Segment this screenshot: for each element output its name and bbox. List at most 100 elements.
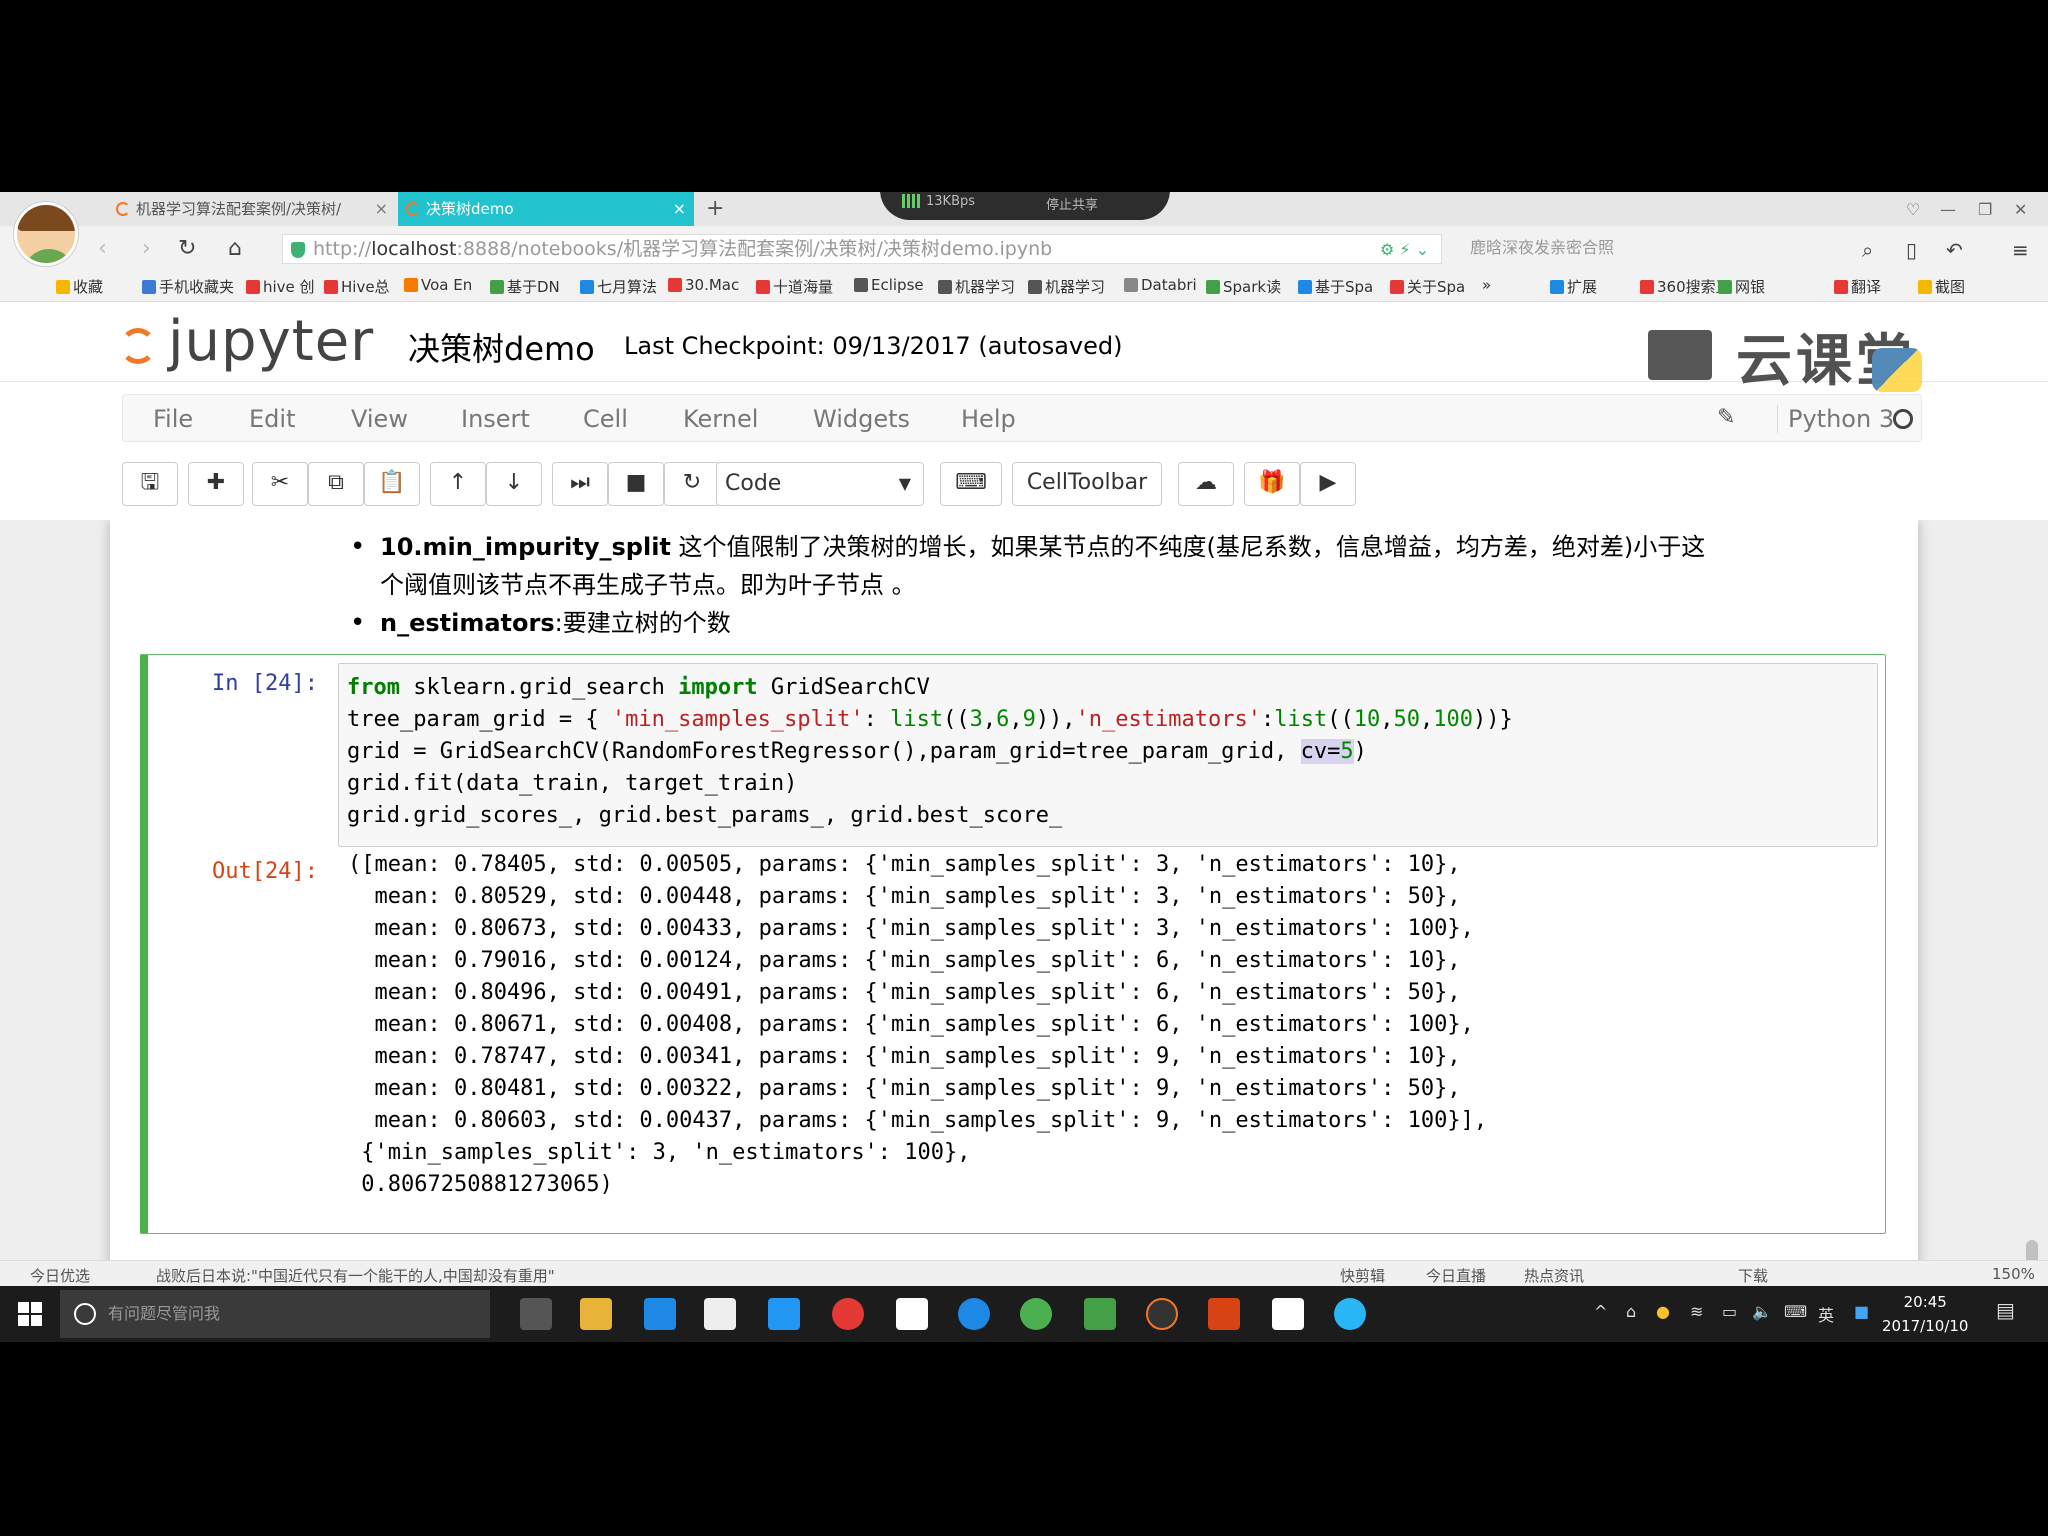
notification-center-icon[interactable]: ▤: [1996, 1298, 2015, 1322]
bookmark-item[interactable]: »: [1482, 276, 1491, 294]
menu-widgets[interactable]: Widgets: [813, 405, 910, 433]
new-tab-button[interactable]: +: [706, 192, 724, 226]
present-button[interactable]: 🎁: [1244, 462, 1300, 506]
wifi-icon[interactable]: ≋: [1690, 1302, 1703, 1321]
stop-share-button[interactable]: 停止共享: [1046, 194, 1098, 213]
qq-browser-icon[interactable]: [768, 1298, 800, 1330]
bookmark-item[interactable]: Eclipse: [854, 276, 924, 294]
run-cell-button[interactable]: ⏭: [552, 462, 608, 506]
restart-kernel-button[interactable]: ↻: [664, 462, 720, 506]
menu-file[interactable]: File: [153, 405, 193, 433]
bookmark-item[interactable]: 截图: [1918, 276, 1965, 297]
copy-button[interactable]: ⧉: [308, 462, 364, 506]
bookmark-item[interactable]: Hive总: [324, 276, 390, 297]
skin-icon[interactable]: ♡: [1906, 200, 1920, 219]
keyboard-tray-icon[interactable]: ⌨: [1784, 1302, 1807, 1321]
lightning-icon[interactable]: ⚙ ⚡ ⌄: [1380, 240, 1429, 259]
task-view-icon[interactable]: [520, 1298, 552, 1330]
bookmark-item[interactable]: 翻译: [1834, 276, 1881, 297]
status-download[interactable]: 下载: [1738, 1265, 1768, 1286]
browser-tab-folder[interactable]: 机器学习算法配套案例/决策树/ ×: [108, 192, 396, 226]
close-tab-icon[interactable]: ×: [375, 192, 388, 226]
sogou-icon[interactable]: [958, 1298, 990, 1330]
bookmark-item[interactable]: 基于DN: [490, 276, 560, 297]
search-icon[interactable]: ⌕: [1862, 238, 1873, 262]
edge-icon[interactable]: [644, 1298, 676, 1330]
bookmark-item[interactable]: Voa En: [404, 276, 472, 294]
browser-tab-notebook[interactable]: 决策树demo ×: [398, 192, 694, 226]
bookmark-item[interactable]: 机器学习: [1028, 276, 1105, 297]
home-icon[interactable]: ⌂: [228, 236, 242, 261]
interrupt-kernel-button[interactable]: ■: [608, 462, 664, 506]
status-quick-edit[interactable]: 快剪辑: [1340, 1265, 1385, 1286]
mail-icon[interactable]: [896, 1298, 928, 1330]
status-today-picks[interactable]: 今日优选: [30, 1265, 90, 1286]
slideshow-button[interactable]: ▶: [1300, 462, 1356, 506]
powerpoint-icon[interactable]: [1208, 1298, 1240, 1330]
user-avatar[interactable]: [14, 202, 78, 266]
tray-network-icon[interactable]: ⌂: [1626, 1302, 1636, 1321]
chrome-icon[interactable]: [832, 1298, 864, 1330]
battery-icon[interactable]: ▭: [1722, 1302, 1737, 1321]
close-tab-icon[interactable]: ×: [673, 192, 686, 226]
undo-icon[interactable]: ↶: [1946, 238, 1963, 262]
paste-button[interactable]: 📋: [364, 462, 420, 506]
windows-start-icon[interactable]: [18, 1302, 42, 1326]
cortana-search[interactable]: 有问题尽管问我: [60, 1290, 490, 1338]
menu-view[interactable]: View: [351, 405, 408, 433]
move-down-button[interactable]: ↓: [486, 462, 542, 506]
bookmark-item[interactable]: hive 创: [246, 276, 315, 297]
bookmark-item[interactable]: 手机收藏夹: [142, 276, 234, 297]
celltoolbar-button[interactable]: CellToolbar: [1012, 462, 1162, 506]
file-explorer-icon[interactable]: [580, 1298, 612, 1330]
menu-help[interactable]: Help: [961, 405, 1016, 433]
status-live[interactable]: 今日直播: [1426, 1265, 1486, 1286]
bookmark-item[interactable]: 30.Mac: [668, 276, 739, 294]
menu-kernel[interactable]: Kernel: [683, 405, 758, 433]
bookmark-icon[interactable]: ▯: [1906, 238, 1917, 262]
command-palette-button[interactable]: ⌨: [940, 462, 1002, 506]
camtasia-icon[interactable]: [1272, 1298, 1304, 1330]
edit-metadata-pencil-icon[interactable]: ✎: [1717, 405, 1735, 430]
bookmark-item[interactable]: 机器学习: [938, 276, 1015, 297]
bookmark-item[interactable]: 七月算法: [580, 276, 657, 297]
reload-icon[interactable]: ↻: [178, 236, 196, 261]
menu-insert[interactable]: Insert: [461, 405, 530, 433]
bookmark-item[interactable]: 十道海量: [756, 276, 833, 297]
move-up-button[interactable]: ↑: [430, 462, 486, 506]
code-cell-selected[interactable]: In [24]: from sklearn.grid_search import…: [140, 654, 1886, 1234]
bookmark-item[interactable]: 扩展: [1550, 276, 1597, 297]
tray-chevron-icon[interactable]: ^: [1594, 1302, 1607, 1321]
volume-icon[interactable]: 🔈: [1752, 1302, 1772, 1321]
menu-edit[interactable]: Edit: [249, 405, 295, 433]
code-editor[interactable]: from sklearn.grid_search import GridSear…: [338, 663, 1878, 847]
ime-indicator[interactable]: 英: [1818, 1302, 1834, 1326]
menu-icon[interactable]: ≡: [2012, 238, 2029, 262]
system-clock[interactable]: 20:45 2017/10/10: [1882, 1290, 1968, 1338]
bookmark-item[interactable]: Spark读: [1206, 276, 1281, 297]
cut-button[interactable]: ✂: [252, 462, 308, 506]
notebook-name[interactable]: 决策树demo: [408, 324, 595, 370]
jupyter-app-icon[interactable]: [1146, 1298, 1178, 1330]
bookmark-item[interactable]: 网银: [1718, 276, 1765, 297]
bookmark-item[interactable]: 收藏: [56, 276, 103, 297]
status-news-ticker[interactable]: 战败后日本说:"中国近代只有一个能干的人,中国却没有重用": [156, 1265, 555, 1286]
bookmark-item[interactable]: Databri: [1124, 276, 1197, 294]
pycharm-icon[interactable]: [1084, 1298, 1116, 1330]
status-hot-news[interactable]: 热点资讯: [1524, 1265, 1584, 1286]
markdown-cell[interactable]: 10.min_impurity_split 这个值限制了决策树的增长，如果某节点…: [350, 528, 1705, 642]
close-window-icon[interactable]: ✕: [2014, 200, 2027, 219]
restore-icon[interactable]: ❐: [1978, 200, 1992, 219]
360-browser-icon[interactable]: [1020, 1298, 1052, 1330]
back-icon[interactable]: ‹: [98, 236, 107, 261]
status-zoom[interactable]: 150%: [1992, 1265, 2035, 1283]
page-scrollbar[interactable]: [2022, 520, 2042, 1330]
bookmark-item[interactable]: 基于Spa: [1298, 276, 1373, 297]
bookmark-item[interactable]: 关于Spa: [1390, 276, 1465, 297]
minimize-icon[interactable]: —: [1940, 200, 1956, 219]
url-field[interactable]: http://localhost:8888/notebooks/机器学习算法配套…: [282, 234, 1442, 264]
publish-button[interactable]: ☁: [1178, 462, 1234, 506]
search-box[interactable]: 鹿晗深夜发亲密合照: [1470, 234, 1890, 264]
insert-cell-button[interactable]: ✚: [188, 462, 244, 506]
forward-icon[interactable]: ›: [142, 236, 151, 261]
